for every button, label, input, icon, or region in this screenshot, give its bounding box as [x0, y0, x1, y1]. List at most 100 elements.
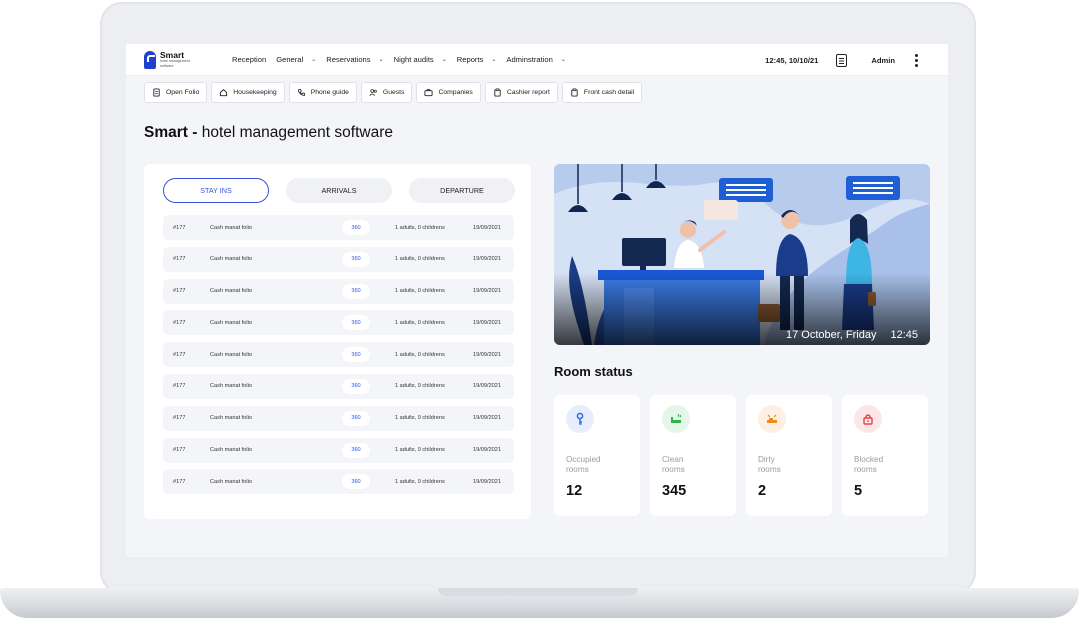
bed-dirty-icon: [758, 405, 786, 433]
folio-name: Cash manat folio: [210, 319, 252, 326]
folio-name: Cash manat folio: [210, 351, 252, 358]
chevron-down-icon: ⌄: [311, 57, 317, 63]
folio-name: Cash manat folio: [210, 478, 252, 485]
card-value: 2: [758, 483, 767, 499]
hero-time: 12:45: [890, 329, 918, 341]
tab-stay-ins[interactable]: STAY INS: [163, 178, 269, 203]
folio-id: #177: [173, 224, 186, 231]
tab-arrivals[interactable]: ARRIVALS: [286, 178, 392, 203]
open-folio-button[interactable]: Open Folio: [144, 82, 208, 103]
card-label-sub: rooms: [566, 465, 589, 475]
notes-icon[interactable]: [836, 53, 848, 67]
menu-item-night-audits[interactable]: Night audits ⌄: [394, 55, 447, 64]
card-value: 12: [566, 483, 583, 499]
guest-count: 1 adults, 0 childrens: [395, 383, 445, 390]
stays-panel: STAY INS ARRIVALS DEPARTURE #177 Cash manat…: [144, 164, 531, 519]
phone-icon: [297, 88, 311, 97]
room-status-card-blocked[interactable]: Blocked rooms 5: [842, 395, 928, 516]
folio-id: #177: [173, 288, 186, 295]
card-label: Blocked: [854, 455, 884, 464]
guest-count: 1 adults, 0 childrens: [395, 224, 445, 231]
list-item[interactable]: #177 Cash manat folio 360 1 adults, 0 child…: [163, 342, 514, 368]
front-cash-detail-button[interactable]: Front cash detail: [561, 82, 643, 103]
menu-item-reservations[interactable]: Reservations ⌄: [326, 55, 383, 64]
tab-departure[interactable]: DEPARTURE: [409, 178, 515, 203]
list-item[interactable]: #177 Cash manat folio 360 1 adults, 0 child…: [163, 373, 514, 399]
stay-date: 19/09/2021: [473, 351, 501, 358]
menu-item-general[interactable]: General ⌄: [276, 55, 316, 64]
room-number-badge: 360: [342, 283, 370, 299]
folio-id: #177: [173, 256, 186, 263]
room-status-cards: Occupied rooms 12 Clean rooms 345 Dirty rooms 2 B…: [554, 395, 928, 516]
bed-clean-icon: [662, 405, 690, 433]
room-number-badge: 360: [342, 442, 370, 458]
folio-id: #177: [173, 478, 186, 485]
top-navbar: Smart hotel management software Receptio…: [126, 44, 948, 76]
folio-name: Cash manat folio: [210, 447, 252, 454]
guests-button[interactable]: Guests: [360, 82, 413, 103]
app-screen: Smart hotel management software Receptio…: [126, 44, 948, 557]
companies-button[interactable]: Companies: [416, 82, 481, 103]
card-value: 345: [662, 483, 687, 499]
list-item[interactable]: #177 Cash manat folio 360 1 adults, 0 child…: [163, 437, 514, 463]
phone-guide-button[interactable]: Phone guide: [288, 82, 357, 103]
stay-date: 19/09/2021: [473, 319, 501, 326]
guest-count: 1 adults, 0 childrens: [395, 447, 445, 454]
cashier-report-button[interactable]: Cashier report: [484, 82, 558, 103]
list-item[interactable]: #177 Cash manat folio 360 1 adults, 0 child…: [163, 246, 514, 272]
user-name[interactable]: Admin: [871, 56, 895, 65]
laptop-notch: [438, 588, 638, 596]
housekeeping-button[interactable]: Housekeeping: [211, 82, 285, 103]
room-number-badge: 360: [342, 251, 370, 267]
briefcase-icon: [424, 88, 438, 97]
room-status-title: Room status: [554, 364, 633, 379]
room-number-badge: 360: [342, 410, 370, 426]
room-status-card-occupied[interactable]: Occupied rooms 12: [554, 395, 640, 516]
room-number-badge: 360: [342, 474, 370, 490]
chevron-down-icon: ⌄: [560, 57, 566, 63]
stay-date: 19/09/2021: [473, 415, 501, 422]
list-item[interactable]: #177 Cash manat folio 360 1 adults, 0 child…: [163, 278, 514, 304]
guest-count: 1 adults, 0 childrens: [395, 478, 445, 485]
list-item[interactable]: #177 Cash manat folio 360 1 adults, 0 child…: [163, 310, 514, 336]
menu-item-reception[interactable]: Reception: [232, 55, 266, 64]
stay-date: 19/09/2021: [473, 224, 501, 231]
list-item[interactable]: #177 Cash manat folio 360 1 adults, 0 child…: [163, 215, 514, 240]
reception-illustration: 17 October, Friday 12:45: [554, 164, 930, 345]
card-label: Clean: [662, 455, 684, 464]
menu-item-reports[interactable]: Reports ⌄: [457, 55, 497, 64]
card-label-sub: rooms: [662, 465, 685, 475]
key-icon: [566, 405, 594, 433]
folio-name: Cash manat folio: [210, 256, 252, 263]
main-menu: Reception General ⌄ Reservations ⌄ Night audi…: [232, 55, 576, 64]
users-icon: [369, 88, 383, 97]
folio-name: Cash manat folio: [210, 415, 252, 422]
guest-count: 1 adults, 0 childrens: [395, 256, 445, 263]
stays-tabs: STAY INS ARRIVALS DEPARTURE: [163, 178, 515, 203]
folio-id: #177: [173, 415, 186, 422]
guest-count: 1 adults, 0 childrens: [395, 415, 445, 422]
card-label-sub: rooms: [854, 465, 877, 475]
room-status-card-clean[interactable]: Clean rooms 345: [650, 395, 736, 516]
menu-item-adminstration[interactable]: Adminstration ⌄: [506, 55, 565, 64]
stay-date: 19/09/2021: [473, 383, 501, 390]
logo-tagline: hotel management software: [160, 59, 190, 68]
guest-count: 1 adults, 0 childrens: [395, 319, 445, 326]
card-label-sub: rooms: [758, 465, 781, 475]
list-item[interactable]: #177 Cash manat folio 360 1 adults, 0 child…: [163, 469, 514, 495]
folio-name: Cash manat folio: [210, 224, 252, 231]
room-status-card-dirty[interactable]: Dirty rooms 2: [746, 395, 832, 516]
logo-icon: [144, 50, 156, 69]
room-number-badge: 360: [342, 347, 370, 363]
page-title: Smart - hotel management software: [144, 124, 393, 141]
guest-count: 1 adults, 0 childrens: [395, 288, 445, 295]
more-options-icon[interactable]: [915, 53, 918, 67]
app-logo[interactable]: Smart hotel management software: [144, 50, 214, 69]
stay-date: 19/09/2021: [473, 447, 501, 454]
stay-date: 19/09/2021: [473, 478, 501, 485]
folio-id: #177: [173, 319, 186, 326]
quick-actions-toolbar: Open Folio Housekeeping Phone guide Guests C…: [144, 82, 643, 103]
chevron-down-icon: ⌄: [491, 57, 497, 63]
list-item[interactable]: #177 Cash manat folio 360 1 adults, 0 child…: [163, 405, 514, 431]
guest-count: 1 adults, 0 childrens: [395, 351, 445, 358]
